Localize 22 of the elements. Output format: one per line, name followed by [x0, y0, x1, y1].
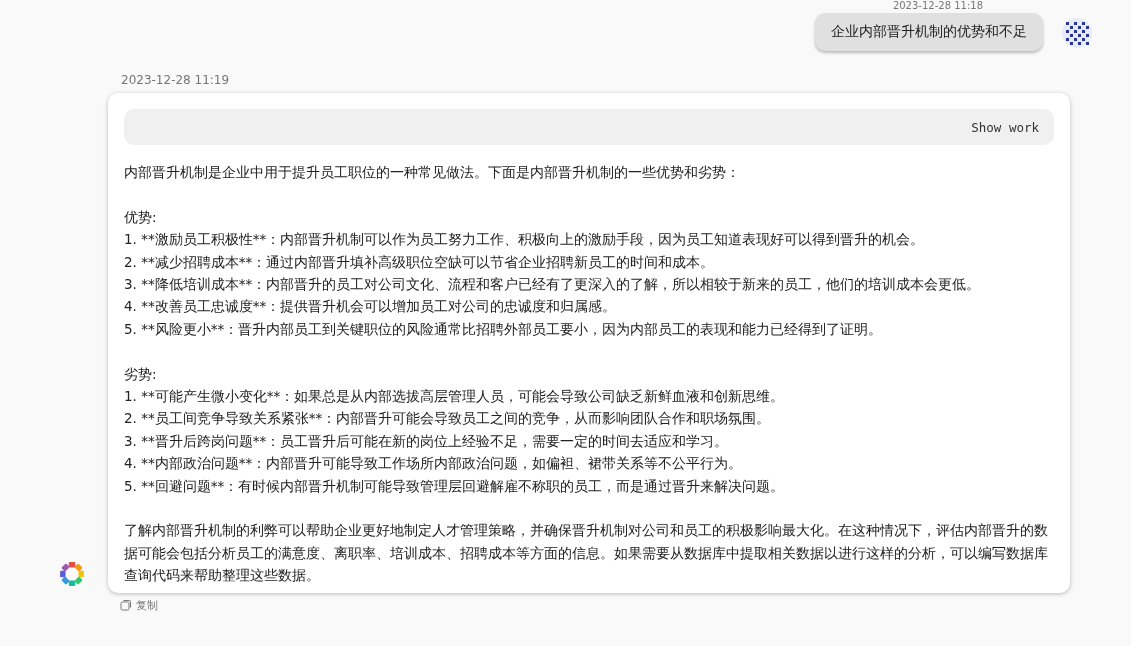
show-work-button[interactable]: Show work: [124, 109, 1054, 145]
paragraph: 内部晋升机制是企业中用于提升员工职位的一种常见做法。下面是内部晋升机制的一些优势和劣势：: [124, 163, 741, 182]
list-item: 1. **可能产生微小变化**：如果总是从内部选拔高层管理人员，可能会导致公司缺乏新鲜血液和创新思维。: [124, 387, 786, 407]
list-item: 5. **风险更小**：晋升内部员工到关键职位的风险通常比招聘外部员工要小，因为内部员工的表现和能力已经得到了证明。: [124, 319, 884, 339]
list-item: 3. **降低培训成本**：内部晋升的员工对公司文化、流程和客户已经有了更深入的了解，所以相较于新来的员工，他们的培训成本会更低。: [124, 275, 982, 294]
avatar-icon: [1061, 17, 1093, 49]
list-item: 4. **内部政治问题**：内部晋升可能导致工作场所内部政治问题，如偏袒、裙带关系等不公平行为。: [124, 454, 744, 474]
list-item: 5. **回避问题**：有时候内部晋升机制可能导致管理层回避解雇不称职的员工，而是通过晋升来解决问题。: [124, 476, 786, 496]
list-item: 2. **员工间竞争导致关系紧张**：内部晋升可能会导致员工之间的竞争，从而影响团队合作和职场氛围。: [124, 409, 772, 429]
list-item: 2. **减少招聘成本**：通过内部晋升填补高级职位空缺可以节省企业招聘新员工的时间和成本。: [124, 252, 716, 272]
list-item: 3. **晋升后跨岗问题**：员工晋升后可能在新的岗位上经验不足，需要一定的时间去适应和学习。: [124, 431, 730, 451]
copy-icon: [120, 599, 132, 612]
user-message: 企业内部晋升机制的优势和不足: [815, 13, 1043, 51]
section-heading: 劣势:: [124, 364, 158, 384]
list-item: 1. **激励员工积极性**：内部晋升机制可以作为员工努力工作、积极向上的激励手段，因为员工知道表现好可以得到晋升的机会。: [124, 230, 926, 250]
list-item: 4. **改善员工忠诚度**：提供晋升机会可以增加员工对公司的忠诚度和归属感。: [124, 297, 618, 317]
message-time: 2023-12-28 11:19: [121, 73, 231, 87]
flower-icon: [59, 560, 85, 587]
paragraph: 了解内部晋升机制的利弊可以帮助企业更好地制定人才管理策略，并确保晋升机制对公司和员工的积极影响最大化。在这种情况下，评估内部晋升的数据可能会包括分析员工的满意度、离职率、培训成本、招聘成本等方面的信息。如果需要从数据库中提取相关数据以进行这样的分析，可以编写数据库查询代码来帮助整理这些数据。: [124, 521, 1049, 586]
copy-button[interactable]: 复制: [120, 597, 158, 613]
section-heading: 优势:: [124, 207, 158, 227]
message-time: 2023-12-28 11:18: [892, 0, 983, 11]
